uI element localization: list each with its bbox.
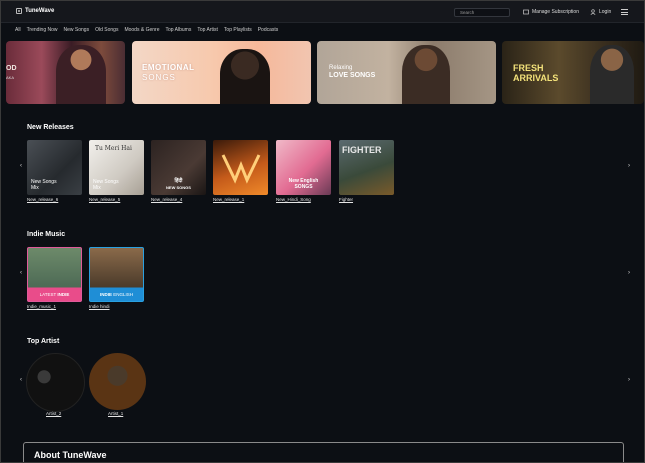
cover-caption: New Songs Mix [31,179,57,191]
album-label[interactable]: New_release_6 [27,197,58,202]
cover-band-a: INDIE [99,292,112,297]
cover-caption: New Songs Mix [93,179,119,191]
chevron-right-icon[interactable]: › [628,270,630,276]
manage-subscription-button[interactable]: Manage Subscription [523,9,579,15]
banner-title: Relaxing [329,65,353,71]
user-icon [590,9,596,15]
app-logo[interactable]: TuneWave [16,8,54,14]
category-nav: All Trending Now New Songs Old Songs Moo… [15,27,278,33]
cover-band-a: LATEST [39,292,57,297]
chevron-left-icon[interactable]: ‹ [20,270,22,276]
album-label[interactable]: New_Hindi_Song [276,197,311,202]
nav-new-songs[interactable]: New Songs [64,27,90,33]
logo-icon [16,8,22,14]
nav-podcasts[interactable]: Podcasts [258,27,279,33]
chevron-right-icon[interactable]: › [628,377,630,383]
album-label[interactable]: New_release_1 [213,197,244,202]
manage-icon [523,9,529,15]
album-label[interactable]: New_release_5 [89,197,120,202]
banner-artwork [56,45,106,104]
cover-band-b: ENGLISH [113,292,134,297]
banner-emotional-songs[interactable]: EMOTIONAL SONGS [132,41,311,104]
banner-title: OD [6,65,17,72]
playlist-label[interactable]: Indie hindi [89,304,110,309]
app-name: TuneWave [25,8,55,14]
banner-subtitle: AKA [6,75,15,80]
cover-band-b: INDIE [57,292,70,297]
nav-old-songs[interactable]: Old Songs [95,27,118,33]
artist-avatar[interactable] [26,353,85,412]
album-card[interactable] [213,140,268,195]
banner-artwork [402,45,450,104]
banner-subtitle: ARRIVALS [513,73,559,83]
nav-top-artist[interactable]: Top Artist [197,27,218,33]
top-bar: TuneWave Search Manage Subscription Logi… [1,1,644,23]
banner-love-songs[interactable]: Relaxing LOVE SONGS [317,41,496,104]
cover-band: INDIE ENGLISH [90,289,143,301]
chevron-left-icon[interactable]: ‹ [20,377,22,383]
login-label: Login [599,9,612,15]
banner-title: EMOTIONAL [142,63,195,72]
banner-subtitle: LOVE SONGS [329,72,376,79]
album-card[interactable]: New Songs Mix [27,140,82,195]
nav-all[interactable]: All [15,27,21,33]
section-title-indie-music: Indie Music [27,231,66,238]
banner-1[interactable]: OD AKA [6,41,125,104]
login-button[interactable]: Login [590,9,611,15]
nav-top-playlists[interactable]: Top Playlists [224,27,252,33]
artist-label[interactable]: Artist_1 [108,411,123,416]
banner-artwork [220,49,270,104]
album-card[interactable]: Tu Meri Hai New Songs Mix [89,140,144,195]
banner-carousel: OD AKA EMOTIONAL SONGS Relaxing LOVE SON… [6,41,644,104]
chevron-left-icon[interactable]: ‹ [20,163,22,169]
playlist-card[interactable]: INDIE ENGLISH [89,247,144,302]
playlist-label[interactable]: Indie_music_1 [27,304,56,309]
about-panel: About TuneWave [23,442,624,462]
album-card[interactable]: हिंदी NEW SONGS [151,140,206,195]
banner-title: FRESH [513,63,544,73]
playlist-card[interactable]: LATEST INDIE [27,247,82,302]
artist-label[interactable]: Artist_2 [46,411,61,416]
cover-caption: NEW SONGS [166,185,191,190]
chevron-right-icon[interactable]: › [628,163,630,169]
cover-band: LATEST INDIE [28,289,81,301]
menu-icon[interactable] [621,9,628,15]
cover-top-text: Tu Meri Hai [95,145,132,152]
album-label[interactable]: Fighter [339,197,353,202]
section-title-top-artist: Top Artist [27,338,60,345]
album-card[interactable]: New English SONGS [276,140,331,195]
cover-text: New Songs Mix [31,179,57,191]
album-card[interactable]: FIGHTER [339,140,394,195]
nav-top-albums[interactable]: Top Albums [165,27,191,33]
app-window: TuneWave Search Manage Subscription Logi… [0,0,645,463]
cover-caption: FIGHTER [342,145,382,155]
nav-trending-now[interactable]: Trending Now [27,27,58,33]
banner-artwork [590,45,634,104]
search-input[interactable]: Search [454,8,510,17]
banner-fresh-arrivals[interactable]: FRESH ARRIVALS [502,41,644,104]
cover-caption: New English SONGS [288,178,319,190]
cover-text: New Songs Mix [93,179,119,191]
cover-top-text: हिंदी [174,178,183,184]
manage-label: Manage Subscription [532,9,579,15]
section-title-new-releases: New Releases [27,124,74,131]
nav-moods-genre[interactable]: Moods & Genre [124,27,159,33]
artist-avatar[interactable] [89,353,146,410]
cover-artwork [221,154,261,184]
album-label[interactable]: New_release_4 [151,197,182,202]
about-title: About TuneWave [34,450,107,460]
banner-subtitle: SONGS [142,73,176,82]
